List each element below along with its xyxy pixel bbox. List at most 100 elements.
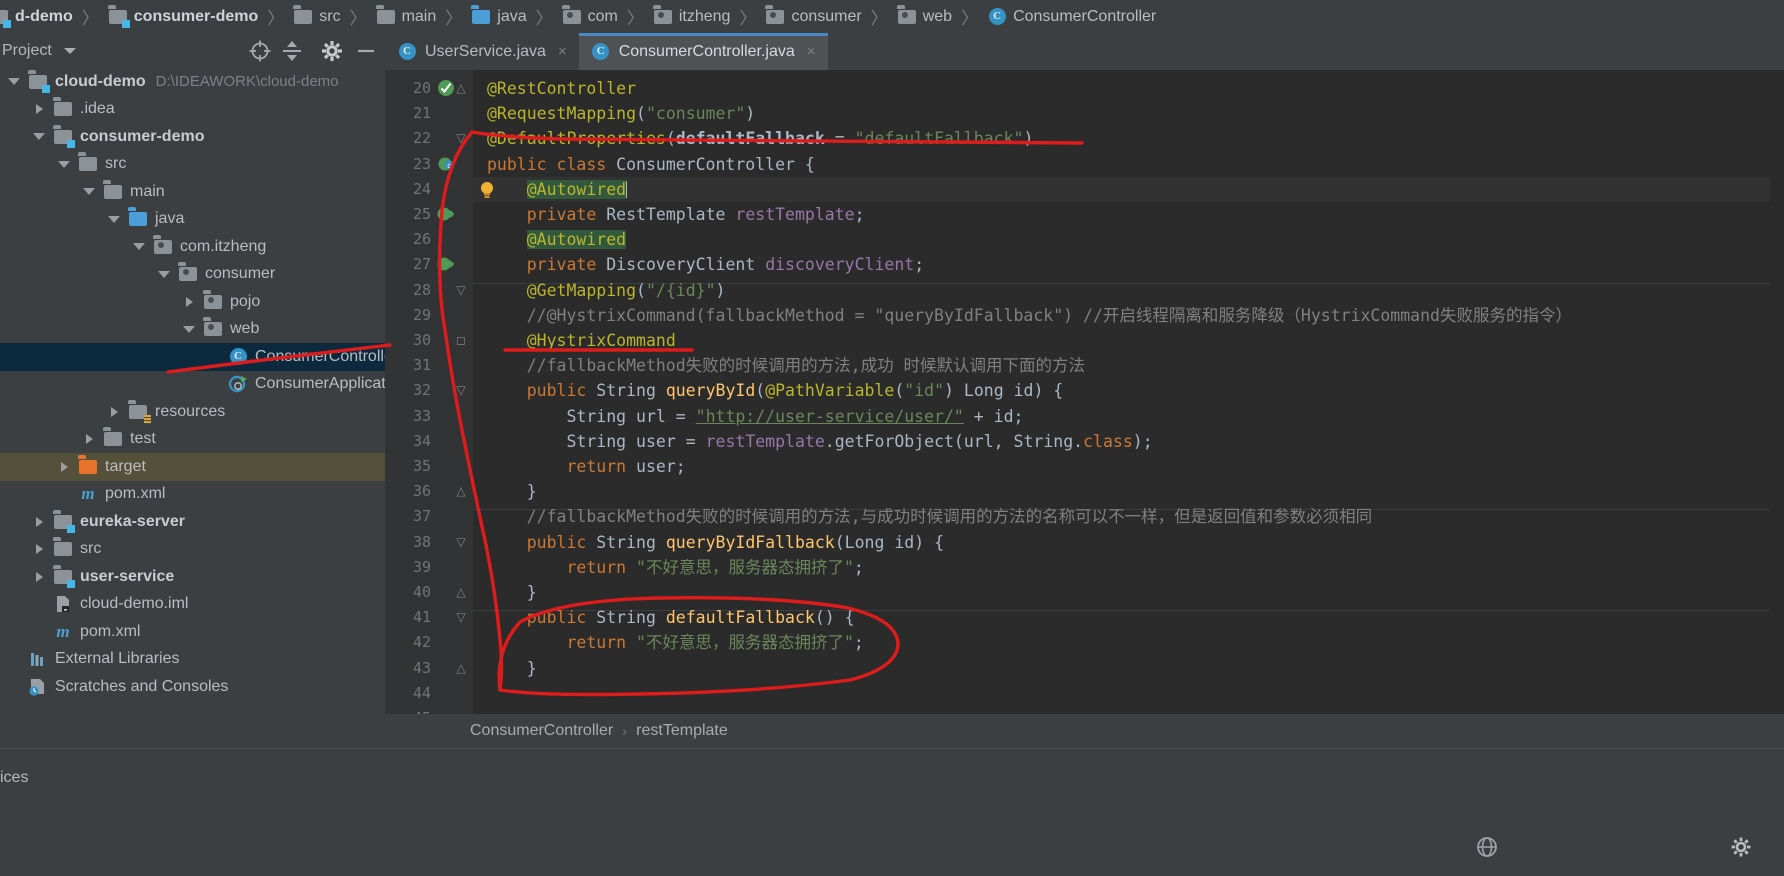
breadcrumb-item-consumer[interactable]: consumer: [762, 8, 864, 26]
breadcrumb-item-main[interactable]: main: [373, 8, 440, 26]
code-line[interactable]: //fallbackMethod失败的时候调用的方法,与成功时候调用的方法的名称…: [487, 504, 1372, 529]
code-line[interactable]: return "不好意思，服务器态拥挤了";: [487, 630, 863, 655]
code-line[interactable]: @RestController: [487, 76, 636, 101]
editor-gutter[interactable]: 20 △ 21 22 ▽ 23 c 24 25 26 27 28 ▽ 29 30 ◻ 31 32 ▽ 33 34 35 36…: [385, 70, 473, 714]
tree-row-consumerapplication[interactable]: ConsumerApplication: [0, 371, 385, 399]
code-line[interactable]: @Autowired: [487, 227, 627, 252]
code-line[interactable]: @GetMapping("/{id}"): [487, 278, 726, 303]
chevron-right-icon[interactable]: [31, 516, 47, 527]
locate-icon[interactable]: [247, 38, 273, 64]
tree-row-pom-xml[interactable]: m pom.xml: [0, 618, 385, 646]
project-toolwindow-title[interactable]: Project: [0, 42, 52, 60]
chevron-down-icon[interactable]: [56, 160, 72, 168]
green-arrow-icon[interactable]: [437, 205, 455, 223]
code-line[interactable]: String url = "http://user-service/user/"…: [487, 404, 1023, 429]
fold-marker-fold-end[interactable]: △: [455, 580, 467, 605]
code-editor[interactable]: 20 △ 21 22 ▽ 23 c 24 25 26 27 28 ▽ 29 30 ◻ 31 32 ▽ 33 34 35 36…: [385, 70, 1784, 714]
code-line[interactable]: return "不好意思，服务器态拥挤了";: [487, 555, 863, 580]
chevron-down-icon[interactable]: [6, 78, 22, 86]
code-line[interactable]: //@HystrixCommand(fallbackMethod = "quer…: [487, 303, 1572, 328]
editor-scrollbar[interactable]: [1770, 70, 1784, 714]
chevron-down-icon[interactable]: [31, 133, 47, 141]
breadcrumb-item-com[interactable]: com: [559, 8, 621, 26]
code-line[interactable]: }: [487, 479, 537, 504]
chevron-down-icon[interactable]: [156, 270, 172, 278]
tree-row-resources[interactable]: resources: [0, 398, 385, 426]
chevron-right-icon[interactable]: [31, 104, 47, 115]
collapse-all-icon[interactable]: [279, 38, 305, 64]
editor-code-area[interactable]: @RestController @RequestMapping("consumer…: [473, 70, 1784, 714]
tree-row-consumercontroller[interactable]: C ConsumerController: [0, 343, 385, 371]
close-icon[interactable]: ×: [558, 43, 567, 60]
close-icon[interactable]: ×: [807, 43, 816, 60]
chevron-right-icon[interactable]: [31, 571, 47, 582]
tree-row-scratches-and-consoles[interactable]: Scratches and Consoles: [0, 673, 385, 701]
fold-marker-fold-mid[interactable]: ◻: [455, 328, 467, 353]
fold-marker-fold-end[interactable]: △: [455, 76, 467, 101]
breadcrumb-item-itzheng[interactable]: itzheng: [650, 8, 734, 26]
breadcrumb-item-web[interactable]: web: [894, 8, 955, 26]
chevron-down-icon[interactable]: [181, 325, 197, 333]
tree-row-cloud-demo[interactable]: cloud-demo D:\IDEAWORK\cloud-demo: [0, 68, 385, 96]
tree-row-external-libraries[interactable]: External Libraries: [0, 646, 385, 674]
chevron-down-icon[interactable]: [63, 47, 76, 54]
chevron-down-icon[interactable]: [131, 243, 147, 251]
editor-breadcrumb-item[interactable]: restTemplate: [636, 722, 728, 740]
green-arrow-icon[interactable]: [437, 255, 455, 273]
code-line[interactable]: return user;: [487, 454, 685, 479]
tree-row-consumer-demo[interactable]: consumer-demo: [0, 123, 385, 151]
code-line[interactable]: }: [487, 656, 537, 681]
tree-row-user-service[interactable]: user-service: [0, 563, 385, 591]
settings-gear-icon[interactable]: [1728, 834, 1754, 860]
code-line[interactable]: public class ConsumerController {: [487, 152, 815, 177]
tree-row-target[interactable]: target: [0, 453, 385, 481]
editor-tab-consumercontroller[interactable]: C ConsumerController.java ×: [578, 33, 828, 70]
chevron-down-icon[interactable]: [106, 215, 122, 223]
fold-marker-fold-start[interactable]: ▽: [455, 278, 467, 303]
fold-marker-fold-start[interactable]: ▽: [455, 530, 467, 555]
tree-row--idea[interactable]: .idea: [0, 96, 385, 124]
tree-row-src[interactable]: src: [0, 151, 385, 179]
breadcrumb-item-java[interactable]: java: [468, 8, 529, 26]
tree-row-web[interactable]: web: [0, 316, 385, 344]
event-log-icon[interactable]: [1474, 834, 1500, 860]
fold-marker-fold-start[interactable]: ▽: [455, 605, 467, 630]
code-line[interactable]: }: [487, 580, 537, 605]
fold-marker-fold-end[interactable]: △: [455, 656, 467, 681]
tree-row-consumer[interactable]: consumer: [0, 261, 385, 289]
tree-row-eureka-server[interactable]: eureka-server: [0, 508, 385, 536]
tree-row-cloud-demo-iml[interactable]: cloud-demo.iml: [0, 591, 385, 619]
code-line[interactable]: @DefaultProperties(defaultFallback = "de…: [487, 126, 1033, 151]
tree-row-test[interactable]: test: [0, 426, 385, 454]
tree-row-src[interactable]: src: [0, 536, 385, 564]
project-tree[interactable]: cloud-demo D:\IDEAWORK\cloud-demo .idea con…: [0, 68, 385, 748]
editor-tab-userservice[interactable]: C UserService.java ×: [385, 33, 579, 70]
spring-bean-icon[interactable]: c: [437, 155, 455, 173]
chevron-right-icon[interactable]: [106, 406, 122, 417]
chevron-right-icon[interactable]: [31, 544, 47, 555]
tree-row-java[interactable]: java: [0, 206, 385, 234]
code-line[interactable]: @RequestMapping("consumer"): [487, 101, 755, 126]
tree-row-pojo[interactable]: pojo: [0, 288, 385, 316]
fold-marker-fold-end[interactable]: △: [455, 479, 467, 504]
gear-icon[interactable]: [319, 38, 345, 64]
chevron-down-icon[interactable]: [81, 188, 97, 196]
minimize-icon[interactable]: [353, 38, 379, 64]
tree-row-com-itzheng[interactable]: com.itzheng: [0, 233, 385, 261]
breadcrumb-item-src[interactable]: src: [290, 8, 343, 26]
editor-breadcrumb-item[interactable]: ConsumerController: [470, 722, 613, 740]
tree-row-main[interactable]: main: [0, 178, 385, 206]
code-line[interactable]: private RestTemplate restTemplate;: [487, 202, 865, 227]
code-line[interactable]: private DiscoveryClient discoveryClient;: [487, 252, 924, 277]
code-line[interactable]: public String defaultFallback() {: [487, 605, 855, 630]
breadcrumb-item-consumer-demo[interactable]: consumer-demo: [105, 8, 261, 28]
code-line[interactable]: @Autowired: [487, 177, 628, 202]
code-line[interactable]: String user = restTemplate.getForObject(…: [487, 429, 1152, 454]
code-line[interactable]: @HystrixCommand: [487, 328, 676, 353]
breadcrumb-item-d-demo[interactable]: d-demo: [0, 8, 76, 28]
tree-row-pom-xml[interactable]: m pom.xml: [0, 481, 385, 509]
fold-marker-fold-start[interactable]: ▽: [455, 126, 467, 151]
chevron-right-icon[interactable]: [81, 434, 97, 445]
code-line[interactable]: public String queryById(@PathVariable("i…: [487, 378, 1064, 403]
services-toolwindow-label[interactable]: ices: [0, 769, 28, 787]
